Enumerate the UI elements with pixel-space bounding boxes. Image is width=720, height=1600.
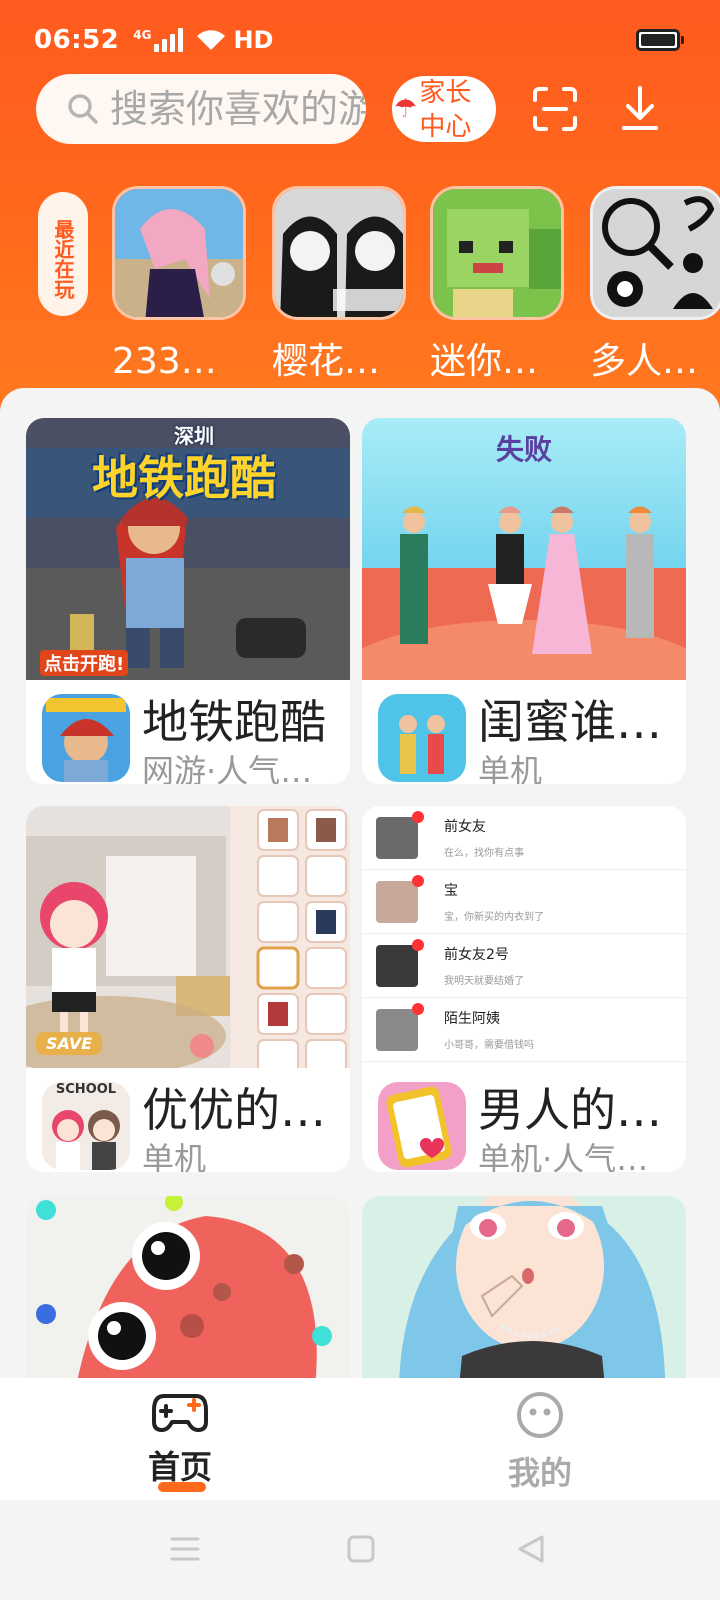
scan-icon[interactable] bbox=[532, 86, 578, 132]
recent-game-name: 迷你世界 bbox=[430, 341, 564, 382]
game-thumbnail bbox=[590, 186, 720, 320]
game-thumbnail bbox=[430, 186, 564, 320]
chat-row: 宝 宝，你新买的内衣到了 bbox=[362, 870, 686, 934]
chat-row: 陌生阿姨 小哥哥，需要借钱吗 bbox=[362, 998, 686, 1062]
game-thumbnail bbox=[112, 186, 246, 320]
game-cover: 前女友 在么，找你有点事 宝 宝，你新买的内衣到了 前女友2号 我明天就要结婚了… bbox=[362, 806, 686, 1068]
game-cover bbox=[26, 1196, 350, 1378]
gamepad-icon bbox=[152, 1394, 208, 1432]
recent-game-item[interactable]: 迷你世界 bbox=[430, 186, 564, 384]
game-tags: 单机·人气飙升 bbox=[478, 1140, 678, 1172]
chat-message: 我明天就要结婚了 bbox=[444, 976, 524, 987]
game-cover: 失败 bbox=[362, 418, 686, 680]
recent-played-row: 最近在玩 233广场 樱花校园 迷你世界 多人游戏 bbox=[0, 186, 720, 386]
chat-name: 宝 bbox=[444, 883, 458, 899]
game-app-icon bbox=[378, 1082, 466, 1170]
game-card[interactable]: 失败 闺蜜谁最美 单机 bbox=[362, 418, 686, 784]
system-navigation-bar bbox=[0, 1500, 720, 1600]
game-cover bbox=[362, 1196, 686, 1378]
bottom-nav: 首页 我的 bbox=[0, 1378, 720, 1500]
search-box[interactable] bbox=[36, 74, 366, 144]
chat-message: 宝，你新买的内衣到了 bbox=[444, 912, 544, 923]
recent-played-tag: 最近在玩 bbox=[38, 192, 88, 316]
nav-mine-tab[interactable]: 我的 bbox=[480, 1390, 600, 1494]
signal-icon: 4G bbox=[131, 28, 184, 52]
home-square-icon[interactable] bbox=[346, 1534, 376, 1564]
download-icon[interactable] bbox=[620, 84, 660, 132]
chat-name: 前女友2号 bbox=[444, 947, 509, 963]
icon-text: SCHOOL bbox=[55, 1082, 117, 1097]
avatar bbox=[376, 938, 424, 987]
wifi-icon bbox=[197, 30, 226, 50]
game-cover: SAVE bbox=[26, 806, 350, 1068]
game-app-icon bbox=[42, 694, 130, 782]
chat-message: 小哥哥，需要借钱吗 bbox=[444, 1040, 534, 1051]
cover-title: 地铁跑酷 bbox=[92, 451, 276, 505]
recent-game-name: 多人游戏 bbox=[590, 341, 720, 382]
recent-game-name: 樱花校园 bbox=[272, 341, 406, 382]
game-tags: 网游·人气飙升 bbox=[142, 752, 342, 784]
smiley-icon bbox=[517, 1392, 563, 1438]
avatar bbox=[376, 810, 424, 859]
hd-indicator: HD bbox=[233, 26, 274, 54]
status-bar: 06:52 4G HD bbox=[34, 22, 684, 58]
recent-game-item[interactable]: 233广场 bbox=[112, 186, 246, 384]
umbrella-icon: ☂ bbox=[394, 94, 418, 124]
game-title: 优优的换装 bbox=[142, 1083, 342, 1137]
game-card[interactable]: SAVE SCHOOL 优优的换装 单机 bbox=[26, 806, 350, 1172]
parent-center-button[interactable]: ☂ 家长中心 bbox=[392, 76, 496, 142]
avatar bbox=[376, 874, 424, 923]
chat-name: 陌生阿姨 bbox=[444, 1011, 500, 1027]
game-feed: 深圳 地铁跑酷 点击开跑! 地铁跑酷 网游·人气飙升 失败 闺蜜谁最 单机 SA… bbox=[0, 388, 720, 1378]
recent-game-name: 233广场 bbox=[112, 341, 246, 382]
cover-caption: 失败 bbox=[495, 433, 552, 466]
game-card[interactable] bbox=[26, 1196, 350, 1378]
recent-game-item[interactable]: 多人游戏 bbox=[590, 186, 720, 384]
game-card[interactable] bbox=[362, 1196, 686, 1378]
game-card[interactable]: 深圳 地铁跑酷 点击开跑! 地铁跑酷 网游·人气飙升 bbox=[26, 418, 350, 784]
recent-game-item[interactable]: 樱花校园 bbox=[272, 186, 406, 384]
header-background: 06:52 4G HD ☂ 家长中心 bbox=[0, 0, 720, 420]
game-app-icon: SCHOOL bbox=[42, 1082, 130, 1170]
battery-icon bbox=[636, 29, 684, 51]
search-icon bbox=[68, 94, 98, 124]
game-app-icon bbox=[378, 694, 466, 782]
game-tags: 单机 bbox=[478, 752, 543, 784]
cover-save-badge: SAVE bbox=[36, 1032, 103, 1055]
nav-mine-label: 我的 bbox=[507, 1454, 572, 1492]
nav-active-indicator bbox=[158, 1482, 206, 1492]
network-type: 4G bbox=[133, 28, 152, 42]
chat-list: 前女友 在么，找你有点事 宝 宝，你新买的内衣到了 前女友2号 我明天就要结婚了… bbox=[362, 806, 686, 1068]
back-triangle-icon[interactable] bbox=[516, 1534, 546, 1564]
cover-cta: 点击开跑! bbox=[40, 650, 129, 676]
parent-center-label: 家长中心 bbox=[419, 78, 472, 142]
game-thumbnail bbox=[272, 186, 406, 320]
menu-icon[interactable] bbox=[170, 1534, 200, 1564]
chat-message: 在么，找你有点事 bbox=[444, 848, 524, 859]
game-title: 闺蜜谁最美 bbox=[478, 695, 678, 749]
chat-row: 前女友2号 我明天就要结婚了 bbox=[362, 934, 686, 998]
game-title: 男人的秘密 bbox=[478, 1083, 678, 1137]
chat-name: 前女友 bbox=[444, 819, 486, 835]
status-time: 06:52 bbox=[34, 25, 120, 55]
game-card[interactable]: 前女友 在么，找你有点事 宝 宝，你新买的内衣到了 前女友2号 我明天就要结婚了… bbox=[362, 806, 686, 1172]
game-tags: 单机 bbox=[142, 1140, 207, 1172]
game-cover: 深圳 地铁跑酷 点击开跑! bbox=[26, 418, 350, 680]
game-title: 地铁跑酷 bbox=[142, 695, 326, 749]
nav-home-tab[interactable]: 首页 bbox=[120, 1390, 240, 1488]
search-input[interactable] bbox=[110, 87, 366, 131]
chat-row: 前女友 在么，找你有点事 bbox=[362, 806, 686, 870]
avatar bbox=[376, 1002, 424, 1051]
